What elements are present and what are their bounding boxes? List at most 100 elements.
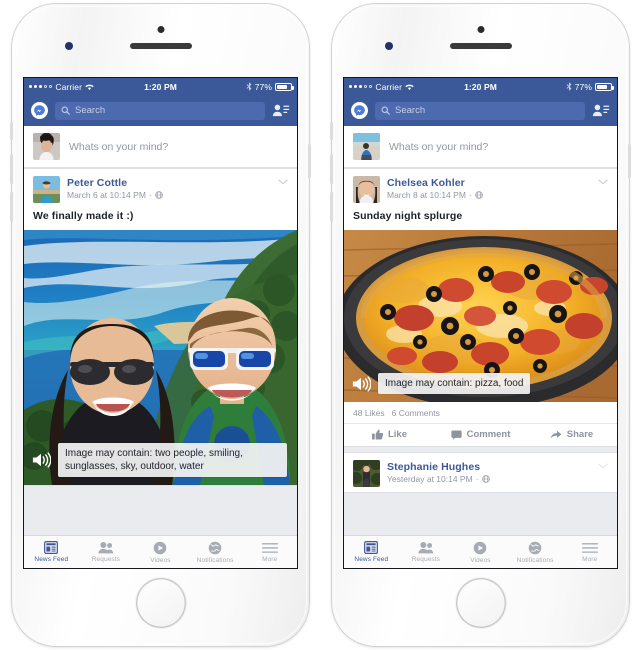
share-button[interactable]: Share <box>526 429 617 440</box>
post-engagement-counts: 48 Likes 6 Comments <box>344 402 617 423</box>
post-timestamp[interactable]: March 6 at 10:14 PM <box>67 190 146 200</box>
bottom-tab-bar: News Feed Requests Videos Notifications … <box>24 535 297 568</box>
alt-text-label: Image may contain: pizza, food <box>378 373 531 394</box>
action-label: Comment <box>466 429 511 440</box>
status-composer[interactable]: Whats on your mind? <box>344 126 617 168</box>
tab-news-feed[interactable]: News Feed <box>24 541 79 563</box>
volume-up-button[interactable] <box>10 154 13 184</box>
post-meta: March 6 at 10:14 PM · <box>67 190 163 200</box>
volume-down-button[interactable] <box>10 192 13 222</box>
phone-screen-right: Carrier 1:20 PM 77% Search Whats on your… <box>344 78 617 568</box>
silent-switch[interactable] <box>330 122 333 140</box>
comment-bubble-icon <box>451 430 462 440</box>
post-timestamp[interactable]: Yesterday at 10:14 PM <box>387 474 473 484</box>
post-author-name[interactable]: Stephanie Hughes <box>387 461 490 473</box>
alt-text-label: Image may contain: two people, smiling, … <box>58 443 287 477</box>
tab-label: Requests <box>411 556 441 563</box>
front-camera-icon <box>157 26 164 33</box>
battery-percent-label: 77% <box>574 81 592 92</box>
post-author-name[interactable]: Chelsea Kohler <box>387 177 483 189</box>
bottom-tab-bar: News Feed Requests Videos Notifications … <box>344 535 617 568</box>
tab-videos[interactable]: Videos <box>133 541 188 564</box>
news-feed-right[interactable]: Whats on your mind? Chelsea Kohler March… <box>344 126 617 568</box>
avatar[interactable] <box>33 176 60 203</box>
messenger-icon[interactable] <box>351 102 368 119</box>
chevron-down-icon[interactable] <box>598 179 608 185</box>
friend-requests-icon[interactable] <box>272 103 290 119</box>
like-count[interactable]: 48 Likes <box>353 408 385 418</box>
friend-requests-icon <box>98 541 114 554</box>
feed-post: Peter Cottle March 6 at 10:14 PM · We fi… <box>24 168 297 486</box>
globe-icon <box>474 191 483 199</box>
tab-videos[interactable]: Videos <box>453 541 508 564</box>
tab-label: Videos <box>470 556 491 564</box>
post-meta: Yesterday at 10:14 PM · <box>387 474 490 484</box>
feed-post: Stephanie Hughes Yesterday at 10:14 PM · <box>344 452 617 493</box>
phone-screen-left: Carrier 1:20 PM 77% Search Whats on your… <box>24 78 297 568</box>
volume-up-button[interactable] <box>330 154 333 184</box>
action-label: Like <box>387 429 407 440</box>
tab-label: Videos <box>150 556 171 564</box>
post-author-block: Peter Cottle March 6 at 10:14 PM · <box>67 176 163 200</box>
earpiece-speaker <box>449 43 512 49</box>
avatar[interactable] <box>353 460 380 487</box>
tab-requests[interactable]: Requests <box>399 541 454 563</box>
comment-button[interactable]: Comment <box>435 429 526 440</box>
post-photo[interactable]: Image may contain: two people, smiling, … <box>24 230 297 485</box>
friend-requests-icon[interactable] <box>592 103 610 119</box>
composer-placeholder: Whats on your mind? <box>69 140 169 153</box>
video-play-icon <box>474 541 487 554</box>
proximity-sensor-icon <box>65 42 73 50</box>
iphone-device-right: Carrier 1:20 PM 77% Search Whats on your… <box>330 4 631 646</box>
power-button[interactable] <box>308 144 311 178</box>
messenger-icon[interactable] <box>31 102 48 119</box>
post-text: Sunday night splurge <box>353 210 463 222</box>
status-composer[interactable]: Whats on your mind? <box>24 126 297 168</box>
globe-icon <box>481 475 490 483</box>
tab-news-feed[interactable]: News Feed <box>344 541 399 563</box>
like-button[interactable]: Like <box>344 429 435 440</box>
tab-notifications[interactable]: Notifications <box>508 541 563 564</box>
silent-switch[interactable] <box>10 122 13 140</box>
tab-requests[interactable]: Requests <box>79 541 134 563</box>
news-feed-left[interactable]: Whats on your mind? Peter Cottle March 6… <box>24 126 297 568</box>
speaker-icon[interactable] <box>351 375 371 393</box>
video-play-icon <box>154 541 167 554</box>
chevron-down-icon[interactable] <box>278 179 288 185</box>
search-placeholder: Search <box>75 105 106 116</box>
search-input[interactable]: Search <box>375 101 585 120</box>
meta-separator: · <box>148 190 152 200</box>
speaker-icon[interactable] <box>31 451 51 469</box>
tab-notifications[interactable]: Notifications <box>188 541 243 564</box>
post-author-name[interactable]: Peter Cottle <box>67 177 163 189</box>
volume-down-button[interactable] <box>330 192 333 222</box>
status-bar-right: 77% <box>566 81 614 92</box>
post-author-block: Chelsea Kohler March 8 at 10:14 PM · <box>387 176 483 200</box>
home-button[interactable] <box>455 578 506 628</box>
battery-icon <box>595 82 614 91</box>
post-action-bar: Like Comment Share <box>344 423 617 446</box>
tab-more[interactable]: More <box>242 542 297 563</box>
post-header: Peter Cottle March 6 at 10:14 PM · <box>24 169 297 208</box>
news-feed-icon <box>364 541 379 554</box>
search-input[interactable]: Search <box>55 101 265 120</box>
home-button[interactable] <box>135 578 186 628</box>
post-photo[interactable]: Image may contain: pizza, food <box>344 230 617 402</box>
action-label: Share <box>566 429 594 440</box>
search-icon <box>381 106 390 115</box>
post-text: We finally made it :) <box>33 210 134 222</box>
power-button[interactable] <box>628 144 631 178</box>
avatar <box>353 133 380 160</box>
hamburger-more-icon <box>261 542 278 553</box>
post-timestamp[interactable]: March 8 at 10:14 PM <box>387 190 466 200</box>
tab-more[interactable]: More <box>562 542 617 563</box>
earpiece-speaker <box>129 43 192 49</box>
comment-count[interactable]: 6 Comments <box>392 408 440 418</box>
tab-label: More <box>262 555 278 563</box>
avatar[interactable] <box>353 176 380 203</box>
share-arrow-icon <box>550 430 562 439</box>
status-bar: Carrier 1:20 PM 77% <box>344 78 617 95</box>
tab-label: More <box>582 555 598 563</box>
thumbs-up-icon <box>371 429 383 440</box>
chevron-down-icon[interactable] <box>598 463 608 469</box>
